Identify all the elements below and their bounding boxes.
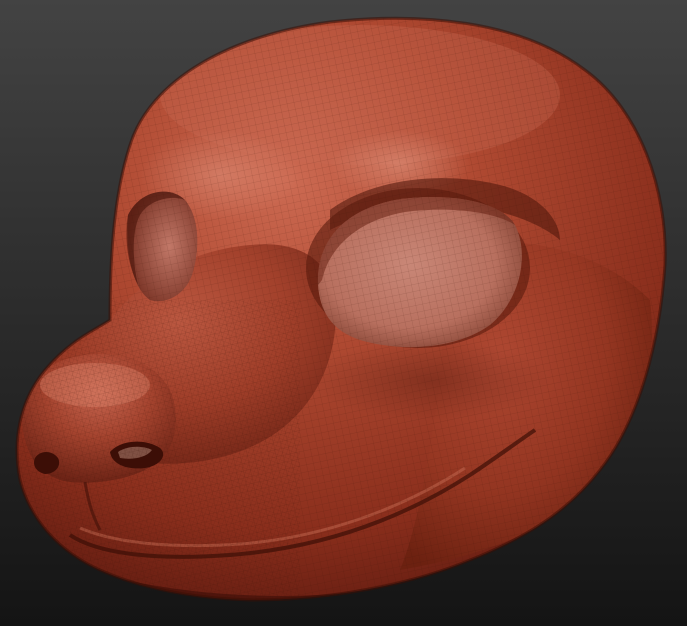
viewport-canvas[interactable] bbox=[0, 0, 687, 626]
3d-viewport[interactable] bbox=[0, 0, 687, 626]
